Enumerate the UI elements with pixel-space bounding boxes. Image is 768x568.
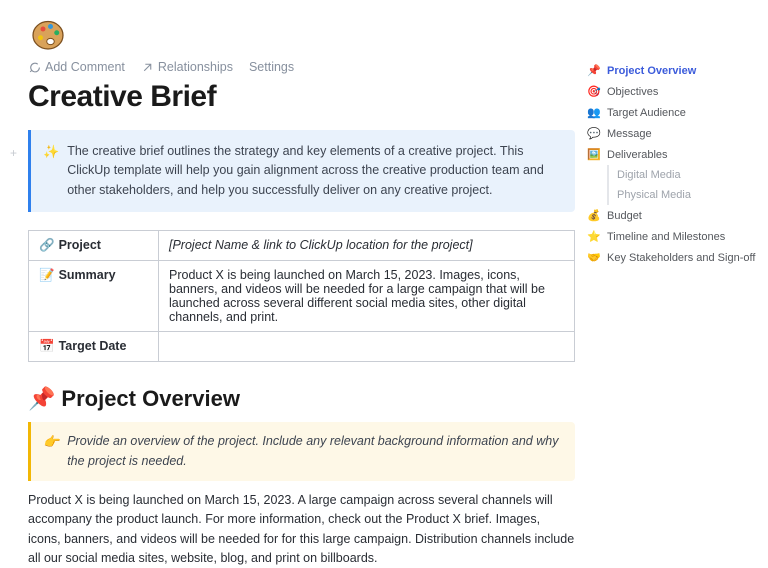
row-icon: 📝 [39, 268, 55, 282]
page: Add Comment Relationships Settings Creat… [0, 0, 768, 568]
toc-item[interactable]: 🤝 Key Stakeholders and Sign-off [585, 247, 768, 268]
intro-callout-text: The creative brief outlines the strategy… [67, 142, 561, 200]
toc-sidebar: 📌 Project Overview 🎯 Objectives 👥 Target Audi… [575, 0, 768, 568]
add-comment-button[interactable]: Add Comment [28, 60, 125, 74]
toc-icon: 🎯 [587, 85, 601, 98]
main-content: Add Comment Relationships Settings Creat… [0, 0, 575, 568]
toc-label: Target Audience [607, 107, 686, 119]
toc-icon: 📌 [587, 64, 601, 77]
page-title: Creative Brief [28, 80, 575, 114]
toc-item[interactable]: 📌 Project Overview [585, 60, 768, 81]
relationships-button[interactable]: Relationships [141, 60, 233, 74]
settings-button[interactable]: Settings [249, 60, 294, 74]
relationships-icon [141, 61, 154, 74]
toc-item[interactable]: 💬 Message [585, 123, 768, 144]
toc-item[interactable]: 💰 Budget [585, 205, 768, 226]
relationships-label: Relationships [158, 60, 233, 74]
toc-sublabel: Digital Media [617, 169, 681, 181]
toc-label: Budget [607, 210, 642, 222]
intro-callout: ✨ The creative brief outlines the strate… [28, 130, 575, 212]
table-row-label: 📝Summary [29, 261, 159, 332]
doc-icon-palette[interactable] [28, 14, 68, 54]
toc-label: Key Stakeholders and Sign-off [607, 252, 755, 264]
toc-label: Timeline and Milestones [607, 231, 725, 243]
toc-subgroup: Digital Media Physical Media [585, 165, 768, 205]
row-icon: 📅 [39, 339, 55, 353]
toc-subitem[interactable]: Physical Media [607, 185, 768, 205]
table-row-label: 🔗Project [29, 231, 159, 261]
pushpin-icon: 📌 [28, 386, 55, 412]
toc-sublabel: Physical Media [617, 189, 691, 201]
overview-hint-text: Provide an overview of the project. Incl… [67, 432, 561, 471]
toc-icon: 👥 [587, 106, 601, 119]
table-row-value[interactable]: [Project Name & link to ClickUp location… [159, 231, 575, 261]
toc-label: Objectives [607, 86, 658, 98]
comment-icon [28, 61, 41, 74]
overview-body-text: Product X is being launched on March 15,… [28, 491, 575, 568]
row-icon: 🔗 [39, 238, 55, 252]
project-table: 🔗Project[Project Name & link to ClickUp … [28, 230, 575, 362]
pointing-hand-icon: 👉 [43, 432, 59, 471]
table-row: 📅Target Date [29, 332, 575, 362]
toc-label: Deliverables [607, 149, 668, 161]
overview-hint-callout: 👉 Provide an overview of the project. In… [28, 422, 575, 481]
settings-label: Settings [249, 60, 294, 74]
toc-subitem[interactable]: Digital Media [607, 165, 768, 185]
toc-icon: ⭐ [587, 230, 601, 243]
table-row-label: 📅Target Date [29, 332, 159, 362]
table-row-value[interactable]: Product X is being launched on March 15,… [159, 261, 575, 332]
section-heading-overview: 📌 Project Overview [28, 386, 575, 412]
add-comment-label: Add Comment [45, 60, 125, 74]
table-row: 🔗Project[Project Name & link to ClickUp … [29, 231, 575, 261]
toc-icon: 🖼️ [587, 148, 601, 161]
toc-item[interactable]: 👥 Target Audience [585, 102, 768, 123]
table-row-value[interactable] [159, 332, 575, 362]
section-heading-text: Project Overview [61, 386, 240, 412]
toc-item[interactable]: 🎯 Objectives [585, 81, 768, 102]
toc-icon: 🤝 [587, 251, 601, 264]
sparkle-icon: ✨ [43, 142, 59, 200]
doc-actions-bar: Add Comment Relationships Settings [28, 60, 575, 74]
toc-label: Message [607, 128, 652, 140]
toc-item[interactable]: ⭐ Timeline and Milestones [585, 226, 768, 247]
toc-item[interactable]: 🖼️ Deliverables [585, 144, 768, 165]
add-block-gutter[interactable]: + [10, 146, 17, 160]
toc-icon: 💰 [587, 209, 601, 222]
toc-icon: 💬 [587, 127, 601, 140]
table-row: 📝SummaryProduct X is being launched on M… [29, 261, 575, 332]
toc-label: Project Overview [607, 65, 696, 77]
